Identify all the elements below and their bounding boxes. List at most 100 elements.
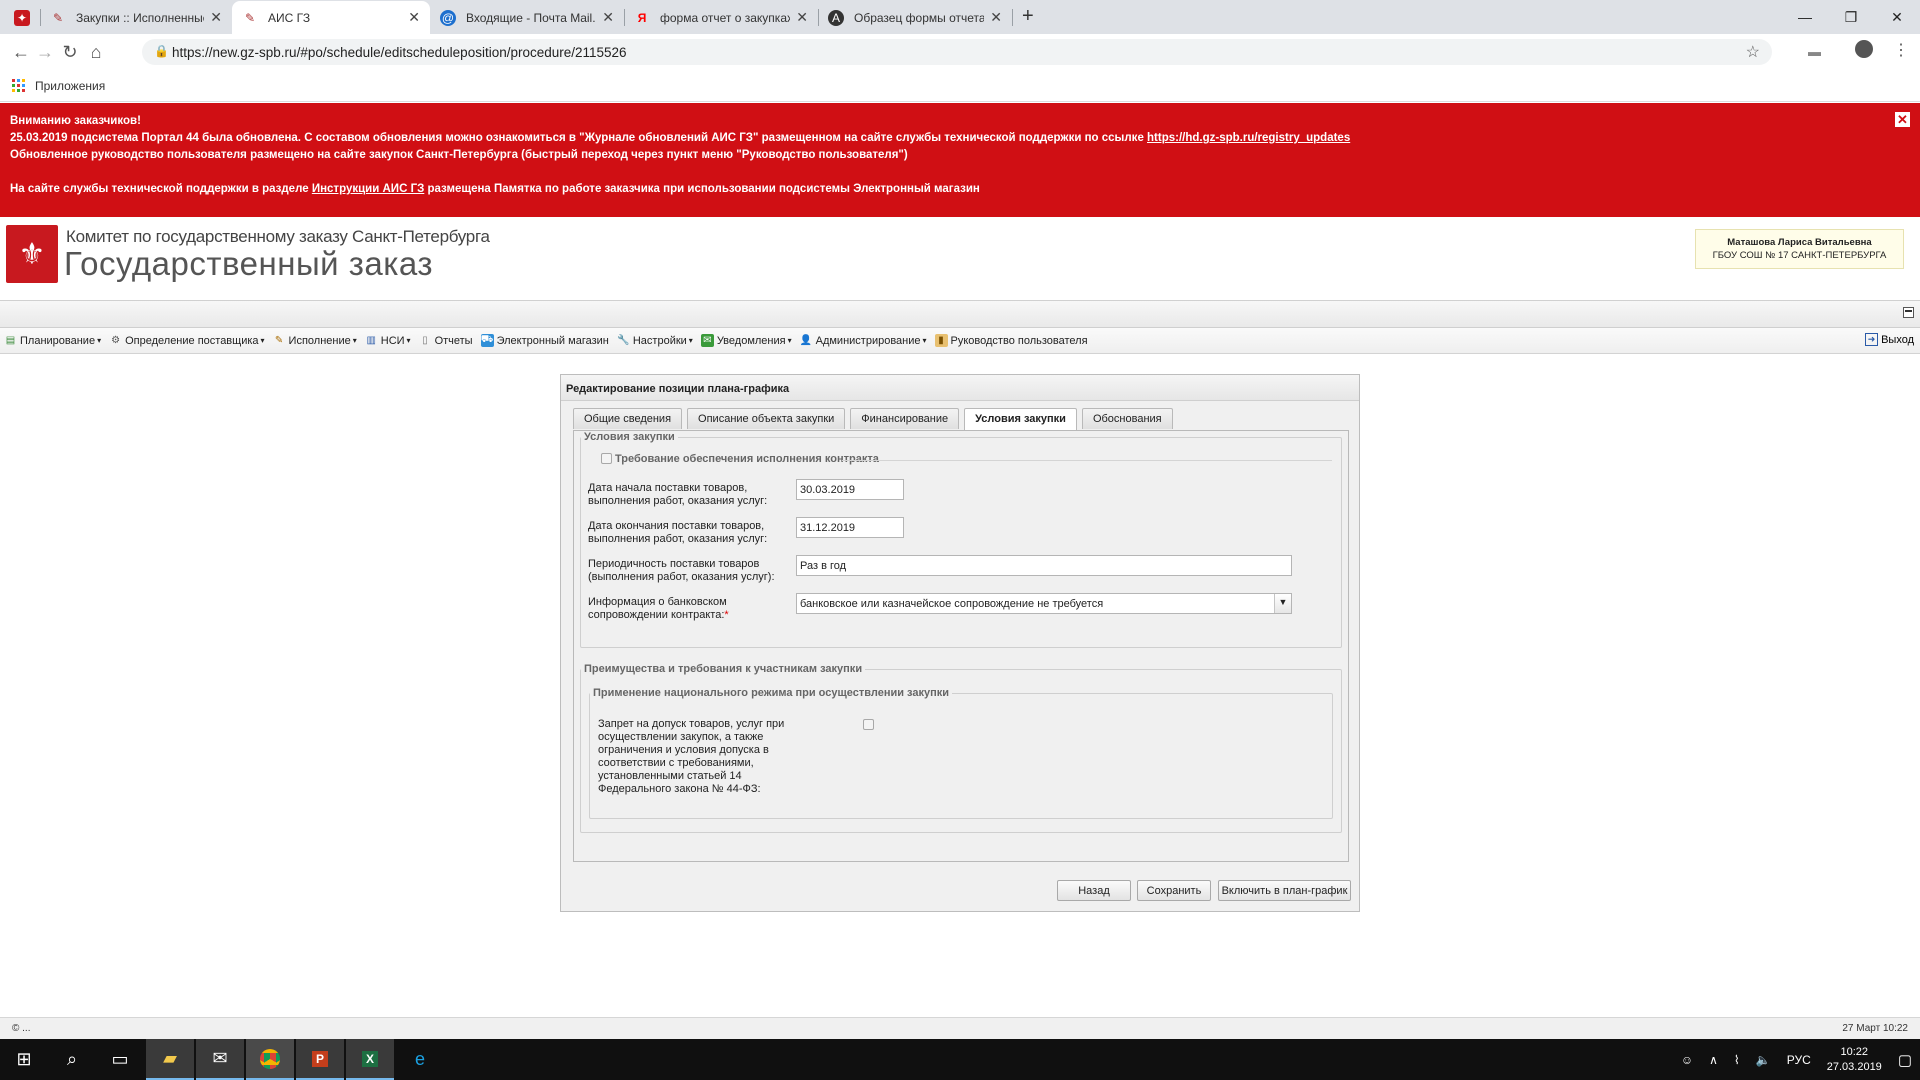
include-in-plan-button[interactable]: Включить в план-график bbox=[1218, 880, 1351, 901]
back-button[interactable]: Назад bbox=[1057, 880, 1131, 901]
excel-icon[interactable]: X bbox=[346, 1039, 394, 1080]
language-indicator[interactable]: РУС bbox=[1787, 1053, 1811, 1067]
menu-manual[interactable]: ▮ Руководство пользователя bbox=[934, 334, 1088, 347]
menu-kebab-icon[interactable]: ⋮ bbox=[1893, 40, 1909, 60]
browser-tab-mail[interactable]: @ Входящие - Почта Mail.Ru ✕ bbox=[430, 1, 624, 34]
bank-support-select[interactable]: банковское или казначейское сопровождени… bbox=[796, 593, 1292, 614]
ban-checkbox[interactable] bbox=[863, 719, 874, 730]
menu-notifications[interactable]: ✉ Уведомления ▾ bbox=[700, 334, 792, 347]
close-tab-icon[interactable]: ✕ bbox=[990, 9, 1002, 26]
notice-line: 25.03.2019 подсистема Портал 44 была обн… bbox=[10, 132, 1351, 144]
tab-object-description[interactable]: Описание объекта закупки bbox=[687, 408, 846, 429]
mail-app-icon[interactable]: ✉ bbox=[196, 1039, 244, 1080]
close-tab-icon[interactable]: ✕ bbox=[210, 9, 222, 26]
registry-updates-link[interactable]: https://hd.gz-spb.ru/registry_updates bbox=[1147, 132, 1350, 144]
window-controls: — ❐ ✕ bbox=[1782, 0, 1920, 34]
file-explorer-icon[interactable]: ▰ bbox=[146, 1039, 194, 1080]
report-icon: ▯ bbox=[422, 335, 428, 346]
chevron-down-icon: ▾ bbox=[97, 336, 102, 345]
status-datetime: 27 Март 10:22 bbox=[1842, 1023, 1908, 1034]
user-info[interactable]: Маташова Лариса Витальевна ГБОУ СОШ № 17… bbox=[1695, 229, 1904, 269]
menu-execution[interactable]: ✎ Исполнение ▾ bbox=[273, 334, 357, 347]
spb-crest-icon: ✦ bbox=[14, 9, 30, 26]
browser-toolbar: ← → ↻ ⌂ 🔒 https://new.gz-spb.ru/#po/sche… bbox=[0, 34, 1920, 70]
exit-button[interactable]: ➜ Выход bbox=[1865, 333, 1914, 346]
chevron-down-icon[interactable]: ▼ bbox=[1274, 594, 1291, 613]
chevron-down-icon: ▾ bbox=[406, 336, 411, 345]
tab-conditions[interactable]: Условия закупки bbox=[964, 408, 1077, 430]
url-text: https://new.gz-spb.ru/#po/schedule/edits… bbox=[172, 44, 627, 60]
browser-tab-ais[interactable]: ✎ АИС ГЗ ✕ bbox=[232, 1, 430, 34]
bookmark-star-icon[interactable]: ☆ bbox=[1746, 42, 1760, 62]
new-tab-icon[interactable]: + bbox=[1022, 5, 1034, 28]
task-view-icon[interactable]: ▭ bbox=[96, 1039, 144, 1080]
chrome-icon[interactable] bbox=[246, 1039, 294, 1080]
national-regime-legend: Применение национального режима при осущ… bbox=[593, 687, 950, 699]
browser-tab-doc[interactable]: A Образец формы отчета смп по ✕ bbox=[818, 1, 1012, 34]
close-tab-icon[interactable]: ✕ bbox=[796, 9, 808, 26]
start-date-label: Дата начала поставки товаров, выполнения… bbox=[588, 482, 768, 507]
minimize-icon[interactable]: — bbox=[1782, 0, 1828, 34]
menu-supplier[interactable]: ⚙ Определение поставщика ▾ bbox=[109, 334, 264, 347]
status-left: © ... bbox=[12, 1023, 31, 1034]
save-button[interactable]: Сохранить bbox=[1137, 880, 1211, 901]
tab-general[interactable]: Общие сведения bbox=[573, 408, 683, 429]
menu-admin[interactable]: 👤 Администрирование ▾ bbox=[800, 334, 927, 347]
close-tab-icon[interactable]: ✕ bbox=[602, 9, 614, 26]
notice-line: На сайте службы технической поддержки в … bbox=[10, 183, 980, 195]
spb-crest-logo: ⚜ bbox=[6, 225, 58, 283]
menu-nsi[interactable]: ▥ НСИ ▾ bbox=[365, 334, 411, 347]
status-bar: © ... 27 Март 10:22 bbox=[0, 1017, 1920, 1039]
tab-title: Входящие - Почта Mail.Ru bbox=[466, 10, 596, 25]
bookmarks-bar: Приложения bbox=[0, 70, 1920, 102]
browser-tab-yandex[interactable]: Я форма отчет о закупках у смп з ✕ bbox=[624, 1, 818, 34]
periodicity-input[interactable] bbox=[796, 555, 1292, 576]
people-icon[interactable]: ☺ bbox=[1681, 1053, 1693, 1067]
dialog-title: Редактирование позиции плана-графика bbox=[561, 375, 1359, 401]
windows-start-icon[interactable]: ⊞ bbox=[0, 1039, 48, 1080]
site-header: ⚜ Комитет по государственному заказу Сан… bbox=[0, 217, 1920, 300]
instructions-link[interactable]: Инструкции АИС ГЗ bbox=[312, 183, 424, 195]
user-org: ГБОУ СОШ № 17 САНКТ-ПЕТЕРБУРГА bbox=[1712, 250, 1887, 261]
network-icon[interactable]: ⌇ bbox=[1734, 1053, 1740, 1067]
close-tab-icon[interactable]: ✕ bbox=[408, 9, 420, 26]
apps-grid-icon[interactable] bbox=[12, 79, 25, 92]
end-date-input[interactable] bbox=[796, 517, 904, 538]
menu-planning[interactable]: ▤ Планирование ▾ bbox=[4, 334, 101, 347]
execution-icon: ✎ bbox=[274, 335, 284, 346]
close-notice-icon[interactable]: ✕ bbox=[1895, 112, 1910, 127]
start-date-input[interactable] bbox=[796, 479, 904, 500]
tab-justification[interactable]: Обоснования bbox=[1081, 408, 1173, 429]
restore-icon[interactable]: ❐ bbox=[1828, 0, 1874, 34]
menu-eshop[interactable]: ⛟ Электронный магазин bbox=[480, 334, 609, 347]
notifications-icon[interactable]: ▢ bbox=[1898, 1051, 1912, 1069]
gears-icon: ⚙ bbox=[111, 335, 121, 346]
collapse-icon[interactable] bbox=[1903, 307, 1914, 318]
ie-icon[interactable]: e bbox=[396, 1039, 444, 1080]
browser-tab-zakupki[interactable]: ✎ Закупки :: Исполненные контра ✕ bbox=[40, 1, 232, 34]
manual-icon: ▮ bbox=[934, 334, 948, 347]
close-window-icon[interactable]: ✕ bbox=[1874, 0, 1920, 34]
forward-icon[interactable]: → bbox=[34, 41, 56, 63]
menu-settings[interactable]: 🔧 Настройки ▾ bbox=[617, 334, 693, 347]
tray-chevron-icon[interactable]: ∧ bbox=[1709, 1053, 1718, 1067]
url-bar[interactable]: 🔒 https://new.gz-spb.ru/#po/schedule/edi… bbox=[142, 39, 1772, 65]
gz-icon: ✎ bbox=[52, 10, 64, 25]
extension-icon[interactable]: ▬ bbox=[1808, 44, 1821, 59]
powerpoint-icon[interactable]: P bbox=[296, 1039, 344, 1080]
profile-icon[interactable] bbox=[1855, 40, 1873, 58]
browser-tab-pinned[interactable]: ✦ bbox=[4, 1, 40, 34]
menu-reports[interactable]: ▯ Отчеты bbox=[419, 334, 472, 347]
clock[interactable]: 10:22 27.03.2019 bbox=[1827, 1045, 1882, 1075]
guarantee-checkbox[interactable] bbox=[601, 453, 612, 464]
apps-link[interactable]: Приложения bbox=[35, 79, 105, 93]
back-icon[interactable]: ← bbox=[10, 41, 32, 63]
reload-icon[interactable]: ↻ bbox=[59, 41, 81, 63]
lock-icon[interactable]: 🔒 bbox=[154, 44, 169, 58]
search-icon[interactable]: ⌕ bbox=[48, 1039, 96, 1080]
volume-icon[interactable]: 🔈 bbox=[1756, 1053, 1771, 1067]
tab-financing[interactable]: Финансирование bbox=[850, 408, 960, 429]
notice-line: Обновленное руководство пользователя раз… bbox=[10, 149, 908, 161]
home-icon[interactable]: ⌂ bbox=[85, 41, 107, 63]
required-marker: * bbox=[724, 609, 729, 621]
